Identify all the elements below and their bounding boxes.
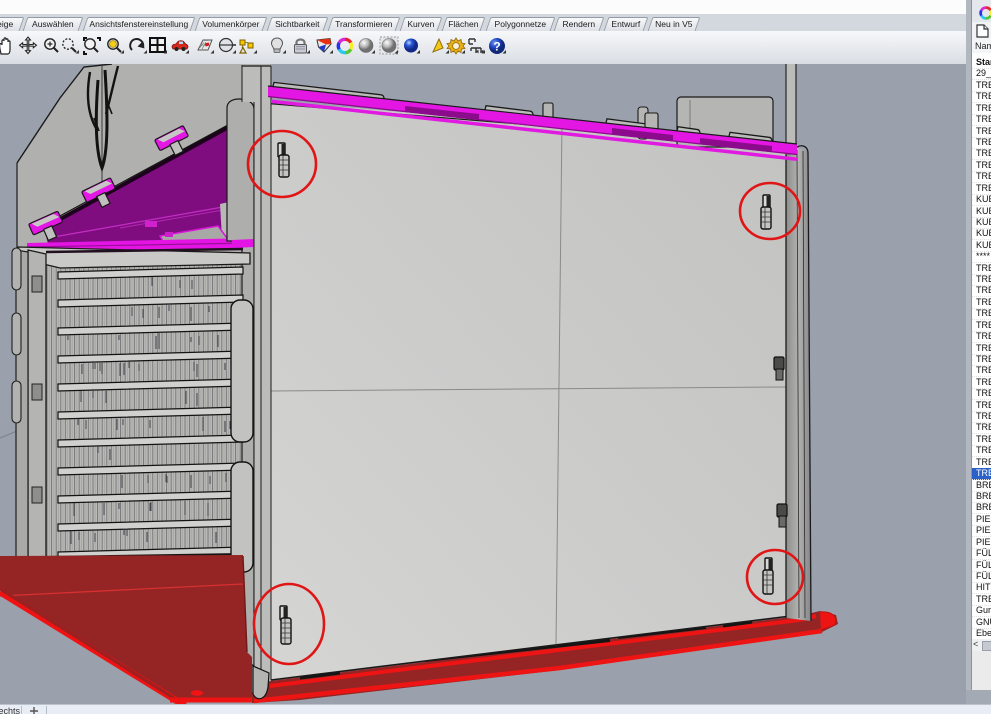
svg-text:?: ? <box>493 40 500 54</box>
